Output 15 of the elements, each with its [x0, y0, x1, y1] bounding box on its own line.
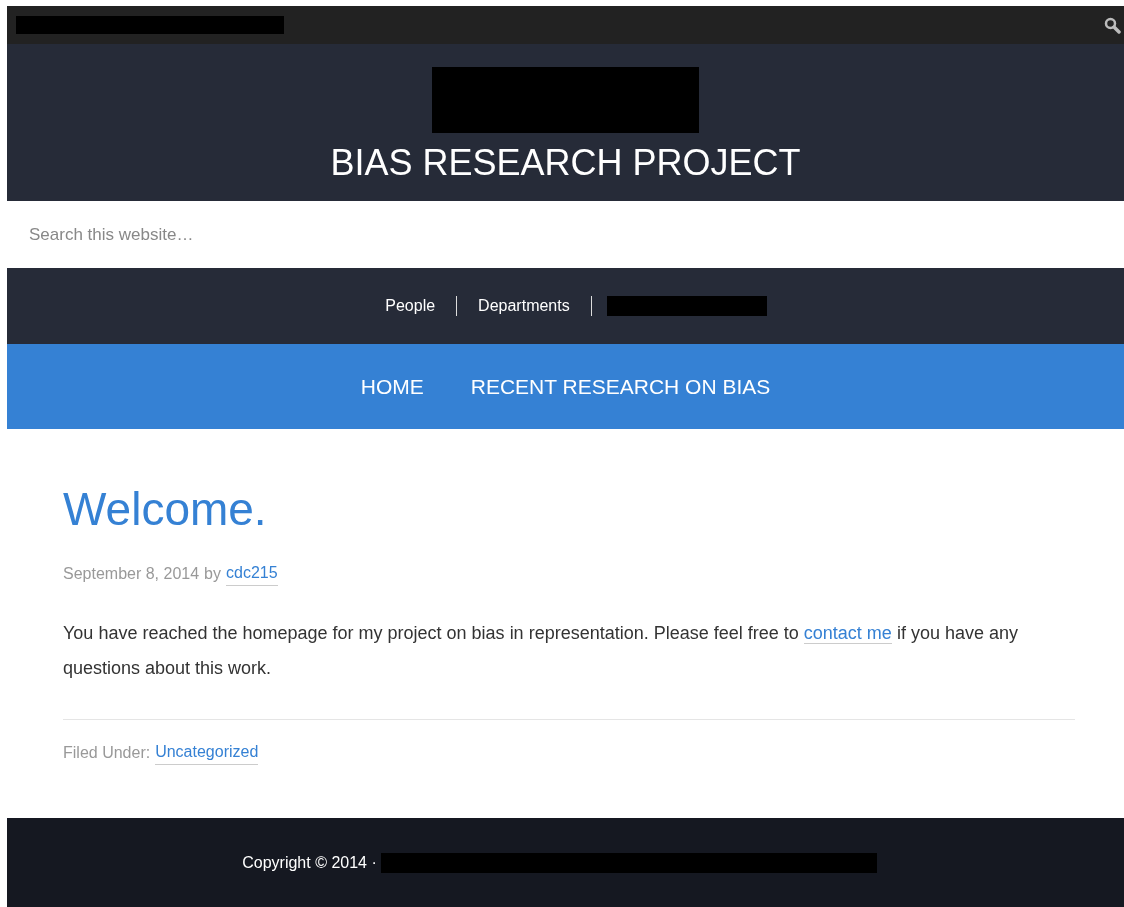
post-title[interactable]: Welcome.: [63, 481, 1075, 537]
byline-text: by: [204, 563, 221, 584]
site-title[interactable]: BIAS RESEARCH PROJECT: [330, 141, 801, 185]
menu-link[interactable]: RECENT RESEARCH ON BIAS: [470, 370, 771, 403]
category-link[interactable]: Uncategorized: [155, 740, 259, 765]
menu-link[interactable]: HOME: [360, 370, 424, 403]
search-icon[interactable]: [1104, 16, 1121, 34]
nav-link[interactable]: Departments: [457, 296, 592, 316]
copyright-text: Copyright © 2014 ·: [242, 852, 377, 873]
post-body: You have reached the homepage for my project on bias in representation. Please feel free to contact me if you have any questions about this work.: [63, 622, 1019, 680]
post-date: September 8, 2014: [63, 563, 200, 584]
contact-link[interactable]: contact me: [803, 623, 892, 644]
filed-under-label: Filed Under:: [63, 742, 151, 763]
nav-link[interactable]: People: [364, 296, 458, 316]
author-link[interactable]: cdc215: [226, 561, 278, 586]
